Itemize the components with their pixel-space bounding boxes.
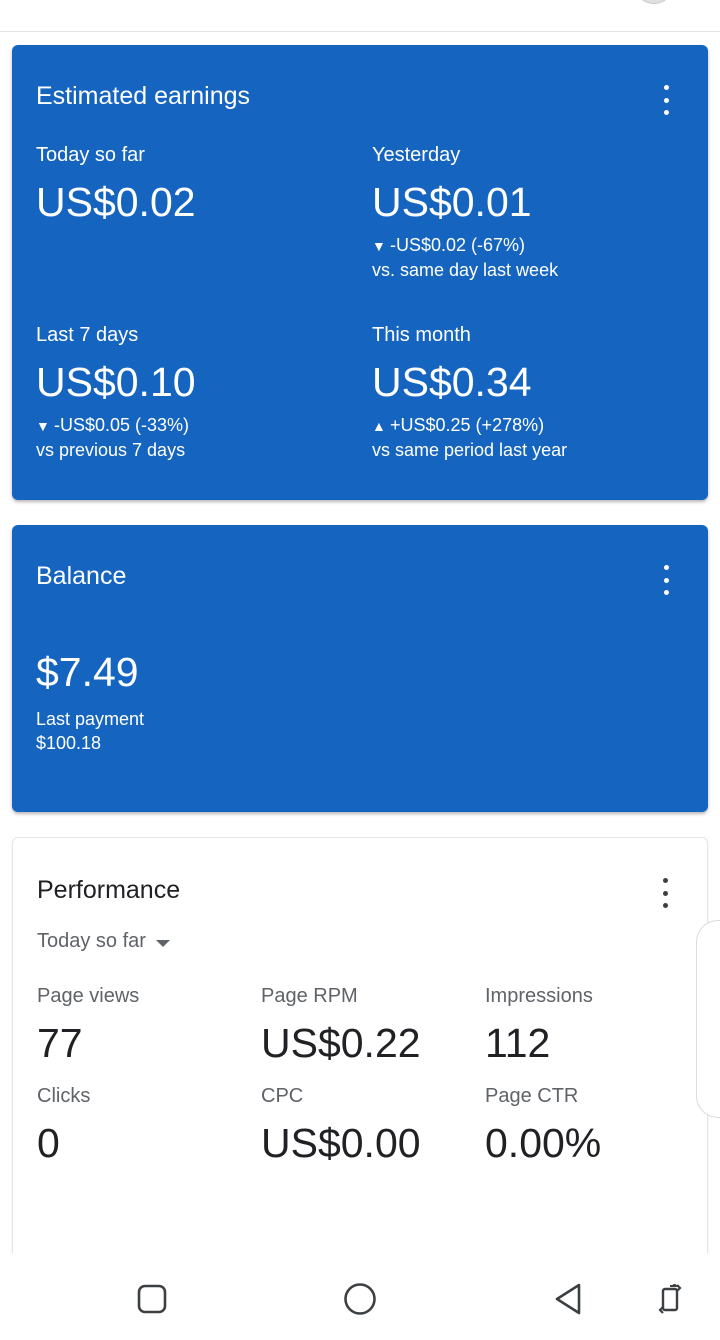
yesterday-delta: ▼ -US$0.02 (-67%) xyxy=(372,233,558,258)
metric-value: US$0.00 xyxy=(261,1120,421,1166)
last7-stat: Last 7 days US$0.10 ▼ -US$0.05 (-33%) vs … xyxy=(36,323,196,462)
home-circle-icon[interactable] xyxy=(340,1279,380,1319)
metric-page-rpm: Page RPM US$0.22 xyxy=(261,984,421,1068)
metric-page-views: Page views 77 xyxy=(37,984,139,1068)
top-app-bar xyxy=(0,0,720,32)
estimated-earnings-title: Estimated earnings xyxy=(36,82,251,110)
performance-card: Performance Today so far Page views 77 P… xyxy=(12,837,708,1253)
metric-cpc: CPC US$0.00 xyxy=(261,1084,421,1168)
up-arrow-icon: ▲ xyxy=(372,418,386,434)
metric-label: Clicks xyxy=(37,1085,91,1107)
metric-label: Impressions xyxy=(485,985,593,1007)
estimated-earnings-menu-icon[interactable] xyxy=(654,85,678,115)
metric-value: 77 xyxy=(37,1020,83,1066)
balance-amount: $7.49 xyxy=(36,649,139,695)
metric-impressions: Impressions 112 xyxy=(485,984,593,1068)
back-triangle-icon[interactable] xyxy=(548,1279,588,1319)
metric-label: Page RPM xyxy=(261,985,358,1007)
month-label: This month xyxy=(372,324,471,346)
month-comparison: vs same period last year xyxy=(372,440,568,460)
metric-label: CPC xyxy=(261,1085,304,1107)
last7-delta-text: -US$0.05 (-33%) xyxy=(54,415,190,435)
last7-label: Last 7 days xyxy=(36,324,139,346)
system-navigation-bar xyxy=(0,1253,720,1340)
last-payment-value: $100.18 xyxy=(36,733,102,753)
metric-value: US$0.22 xyxy=(261,1020,421,1066)
last-payment-label: Last payment xyxy=(36,709,145,729)
month-stat: This month US$0.34 ▲ +US$0.25 (+278%) vs … xyxy=(372,323,567,462)
rotate-icon[interactable] xyxy=(650,1279,690,1319)
account-avatar[interactable] xyxy=(636,0,672,4)
dropdown-caret-icon xyxy=(155,939,170,947)
metric-value: 112 xyxy=(485,1020,551,1066)
today-stat: Today so far US$0.02 xyxy=(36,143,196,227)
last7-delta: ▼ -US$0.05 (-33%) xyxy=(36,413,196,438)
yesterday-label: Yesterday xyxy=(372,144,461,166)
date-range-label: Today so far xyxy=(37,930,146,952)
yesterday-comparison: vs. same day last week xyxy=(372,260,559,280)
balance-title: Balance xyxy=(36,562,127,590)
month-delta-text: +US$0.25 (+278%) xyxy=(390,415,545,435)
metric-value: 0 xyxy=(37,1120,60,1166)
metric-clicks: Clicks 0 xyxy=(37,1084,90,1168)
estimated-earnings-card: Estimated earnings Today so far US$0.02 … xyxy=(12,45,708,500)
metric-value: 0.00% xyxy=(485,1120,602,1166)
metric-label: Page CTR xyxy=(485,1085,579,1107)
recents-square-icon[interactable] xyxy=(132,1279,172,1319)
performance-title: Performance xyxy=(37,876,181,904)
performance-menu-icon[interactable] xyxy=(653,878,677,908)
down-arrow-icon: ▼ xyxy=(372,238,386,254)
last7-value: US$0.10 xyxy=(36,359,196,405)
metric-page-ctr: Page CTR 0.00% xyxy=(485,1084,601,1168)
balance-card: Balance $7.49 Last payment $100.18 xyxy=(12,525,708,812)
month-value: US$0.34 xyxy=(372,359,532,405)
yesterday-value: US$0.01 xyxy=(372,179,532,225)
last7-comparison: vs previous 7 days xyxy=(36,440,186,460)
today-label: Today so far xyxy=(36,144,145,166)
date-range-dropdown[interactable]: Today so far xyxy=(37,930,170,953)
metric-label: Page views xyxy=(37,985,140,1007)
down-arrow-icon: ▼ xyxy=(36,418,50,434)
today-value: US$0.02 xyxy=(36,179,196,225)
balance-menu-icon[interactable] xyxy=(654,565,678,595)
side-panel-tab[interactable] xyxy=(696,920,720,1118)
yesterday-delta-text: -US$0.02 (-67%) xyxy=(390,235,526,255)
month-delta: ▲ +US$0.25 (+278%) xyxy=(372,413,567,438)
yesterday-stat: Yesterday US$0.01 ▼ -US$0.02 (-67%) vs. s… xyxy=(372,143,558,282)
